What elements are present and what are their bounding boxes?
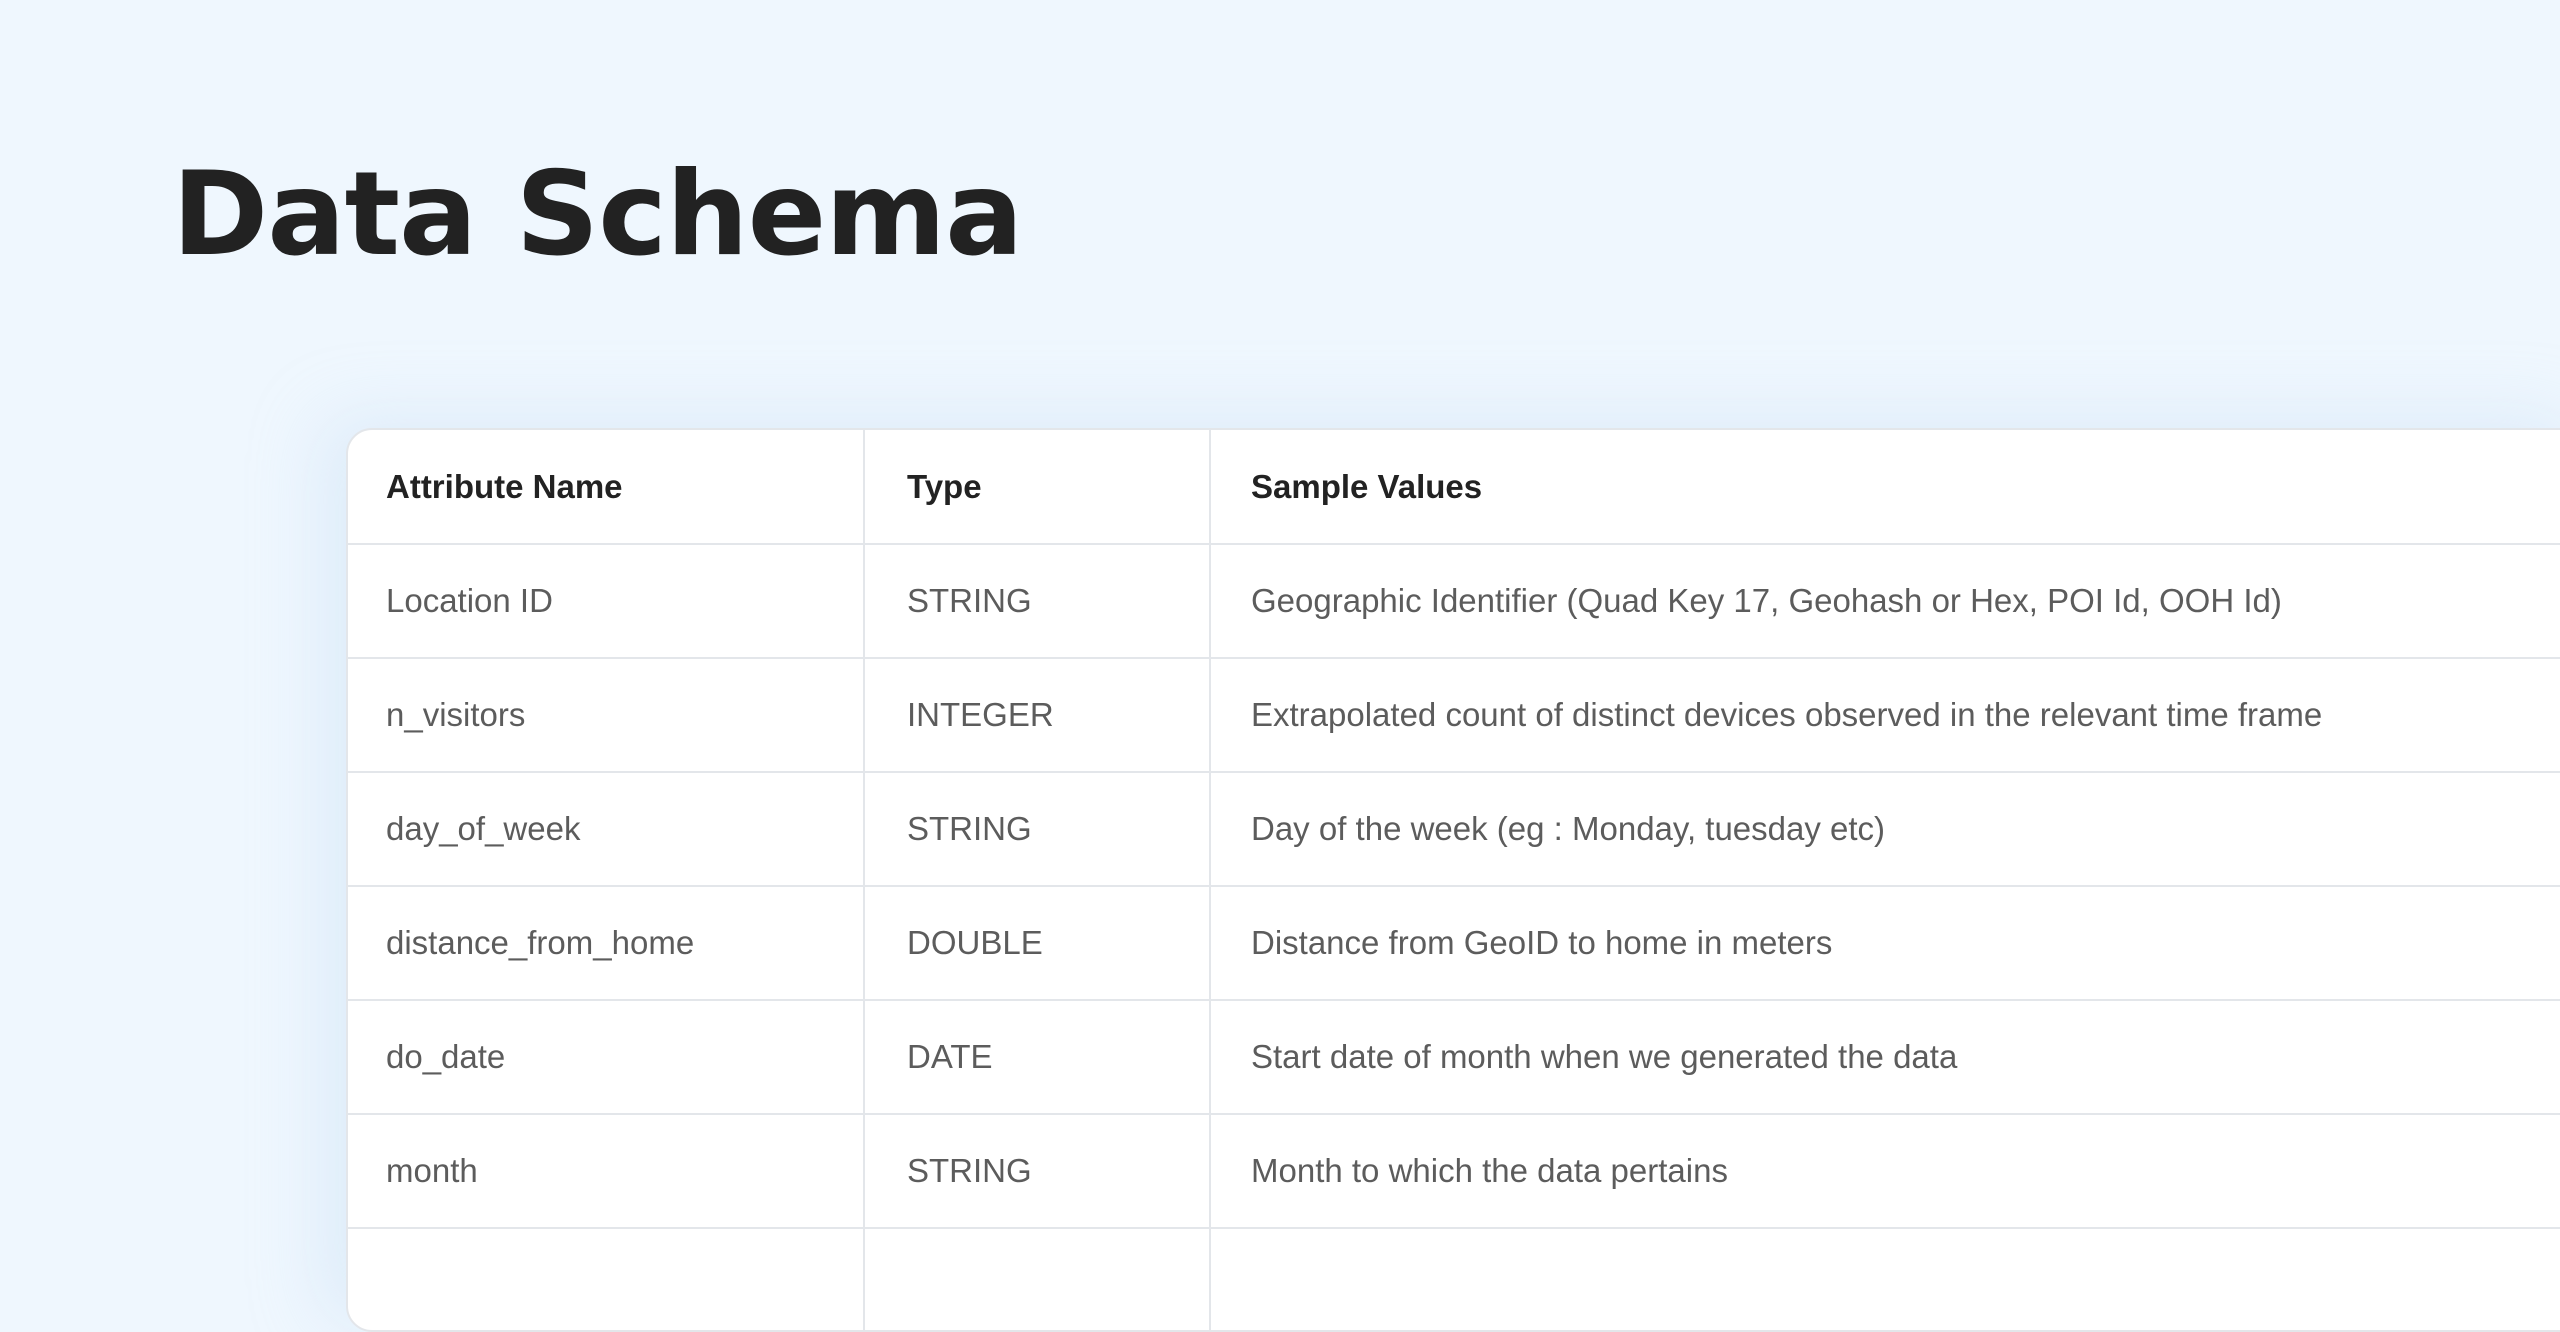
table-header-row: Attribute Name Type Sample Values — [348, 430, 2560, 545]
cell-type: DOUBLE — [864, 886, 1211, 1001]
table-row: distance_from_home DOUBLE Distance from … — [348, 886, 2560, 1001]
schema-table-card: Attribute Name Type Sample Values Locati… — [346, 428, 2560, 1332]
table-row: do_date DATE Start date of month when we… — [348, 1000, 2560, 1115]
column-header-attribute-name: Attribute Name — [348, 430, 865, 545]
cell-sample-values: Month to which the data pertains — [1210, 1114, 2560, 1229]
cell-type: STRING — [864, 772, 1211, 887]
cell-type: DATE — [864, 1000, 1211, 1115]
cell-attribute-name: month — [348, 1114, 865, 1229]
schema-table: Attribute Name Type Sample Values Locati… — [348, 430, 2560, 1330]
cell-attribute-name: n_visitors — [348, 658, 865, 773]
column-header-sample-values: Sample Values — [1210, 430, 2560, 545]
cell-type — [864, 1228, 1211, 1330]
column-header-type: Type — [864, 430, 1211, 545]
cell-sample-values: Geographic Identifier (Quad Key 17, Geoh… — [1210, 544, 2560, 659]
cell-attribute-name: distance_from_home — [348, 886, 865, 1001]
cell-sample-values — [1210, 1228, 2560, 1330]
cell-sample-values: Day of the week (eg : Monday, tuesday et… — [1210, 772, 2560, 887]
cell-type: INTEGER — [864, 658, 1211, 773]
table-row: n_visitors INTEGER Extrapolated count of… — [348, 658, 2560, 773]
cell-attribute-name — [348, 1228, 865, 1330]
page-title: Data Schema — [172, 147, 1023, 282]
cell-sample-values: Start date of month when we generated th… — [1210, 1000, 2560, 1115]
cell-attribute-name: Location ID — [348, 544, 865, 659]
cell-attribute-name: do_date — [348, 1000, 865, 1115]
table-row: month STRING Month to which the data per… — [348, 1114, 2560, 1229]
cell-attribute-name: day_of_week — [348, 772, 865, 887]
table-row: day_of_week STRING Day of the week (eg :… — [348, 772, 2560, 887]
cell-type: STRING — [864, 544, 1211, 659]
table-row — [348, 1228, 2560, 1330]
cell-type: STRING — [864, 1114, 1211, 1229]
cell-sample-values: Distance from GeoID to home in meters — [1210, 886, 2560, 1001]
cell-sample-values: Extrapolated count of distinct devices o… — [1210, 658, 2560, 773]
table-row: Location ID STRING Geographic Identifier… — [348, 544, 2560, 659]
